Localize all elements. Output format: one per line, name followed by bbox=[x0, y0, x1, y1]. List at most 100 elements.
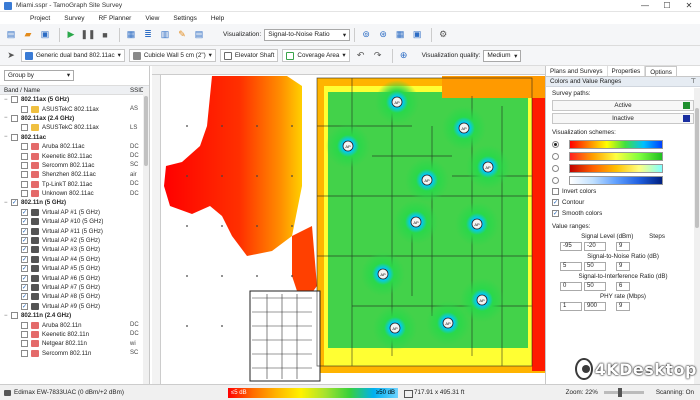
access-point-marker[interactable]: AP bbox=[405, 158, 449, 202]
network-row[interactable]: Netgear 802.11n wi bbox=[0, 339, 149, 348]
access-point-marker[interactable]: AP bbox=[373, 306, 417, 350]
access-point-icon[interactable]: ⊚ bbox=[359, 28, 373, 42]
filter-icon[interactable]: ⊛ bbox=[376, 28, 390, 42]
tab-properties[interactable]: Properties bbox=[608, 66, 646, 76]
save-icon[interactable]: ▣ bbox=[38, 28, 52, 42]
menu-settings[interactable]: Settings bbox=[166, 15, 204, 22]
option-checkbox[interactable]: ✓ bbox=[552, 199, 559, 206]
row-checkbox[interactable] bbox=[21, 143, 28, 151]
row-checkbox[interactable] bbox=[21, 171, 28, 179]
map-view-icon[interactable]: ▦ bbox=[393, 28, 407, 42]
band-group-row[interactable]: − 802.11ax (2.4 GHz) bbox=[0, 114, 149, 123]
option-checkbox[interactable]: ✓ bbox=[552, 210, 559, 217]
network-row[interactable]: ASUSTekC 802.11ax LS bbox=[0, 123, 149, 132]
scheme-option[interactable] bbox=[552, 151, 694, 161]
network-row[interactable]: ✓ Virtual AP #3 (5 GHz) bbox=[0, 245, 149, 254]
ap-model-select[interactable]: Generic dual band 802.11ac ▾ bbox=[21, 49, 125, 62]
row-checkbox[interactable]: ✓ bbox=[21, 274, 28, 282]
network-row[interactable]: Sercomm 802.11n SC bbox=[0, 349, 149, 358]
signal-max-input[interactable]: -20 bbox=[584, 241, 606, 251]
option-checkbox[interactable] bbox=[552, 188, 559, 195]
group-by-select[interactable]: Group by ▾ bbox=[4, 70, 74, 81]
network-row[interactable]: ✓ Virtual AP #4 (5 GHz) bbox=[0, 255, 149, 264]
expand-icon[interactable]: − bbox=[4, 115, 11, 121]
network-row[interactable]: Shenzhen 802.11ac air bbox=[0, 170, 149, 179]
scheme-option[interactable] bbox=[552, 163, 694, 173]
pause-survey-icon[interactable]: ❚❚ bbox=[80, 28, 95, 42]
sir-min-input[interactable]: 0 bbox=[560, 281, 582, 291]
pin-icon[interactable]: ⊤ bbox=[691, 78, 697, 85]
new-project-icon[interactable]: ▤ bbox=[4, 28, 18, 42]
layers-icon[interactable]: ≣ bbox=[141, 28, 155, 42]
scheme-radio[interactable] bbox=[552, 140, 559, 148]
scheme-option[interactable] bbox=[552, 139, 694, 149]
pointer-icon[interactable]: ➤ bbox=[4, 49, 18, 63]
row-checkbox[interactable] bbox=[21, 124, 28, 132]
signal-steps-input[interactable]: 9 bbox=[616, 241, 630, 251]
band-group-row[interactable]: − ✓ 802.11n (5 GHz) bbox=[0, 198, 149, 207]
access-point-marker[interactable]: AP bbox=[455, 202, 499, 246]
row-checkbox[interactable] bbox=[11, 114, 18, 122]
network-row[interactable]: ✓ Virtual AP #5 (5 GHz) bbox=[0, 264, 149, 273]
row-checkbox[interactable] bbox=[21, 321, 28, 329]
expand-icon[interactable]: − bbox=[4, 200, 11, 206]
row-checkbox[interactable]: ✓ bbox=[21, 208, 28, 216]
tab-plans-and-surveys[interactable]: Plans and Surveys bbox=[546, 66, 608, 76]
scheme-option[interactable] bbox=[552, 175, 694, 185]
band-name-column[interactable]: Band / Name bbox=[4, 87, 130, 94]
phy-steps-input[interactable]: 9 bbox=[616, 301, 630, 311]
edit-icon[interactable]: ✎ bbox=[175, 28, 189, 42]
row-checkbox[interactable]: ✓ bbox=[21, 237, 28, 245]
menu-view[interactable]: View bbox=[138, 15, 166, 22]
scroll-thumb[interactable] bbox=[144, 96, 148, 166]
row-checkbox[interactable]: ✓ bbox=[21, 227, 28, 235]
row-checkbox[interactable] bbox=[21, 152, 28, 160]
access-point-marker[interactable]: AP bbox=[426, 301, 470, 345]
auto-placement-icon[interactable]: ⊕ bbox=[397, 49, 411, 63]
menu-project[interactable]: Project bbox=[0, 15, 57, 22]
row-checkbox[interactable]: ✓ bbox=[21, 218, 28, 226]
network-row[interactable]: Keenetic 802.11n DC bbox=[0, 330, 149, 339]
row-checkbox[interactable] bbox=[11, 96, 18, 104]
open-project-icon[interactable]: ▰ bbox=[21, 28, 35, 42]
row-checkbox[interactable] bbox=[21, 105, 28, 113]
row-checkbox[interactable] bbox=[21, 161, 28, 169]
sir-max-input[interactable]: 50 bbox=[584, 281, 606, 291]
access-point-marker[interactable]: AP bbox=[361, 252, 405, 296]
row-checkbox[interactable] bbox=[21, 349, 28, 357]
row-checkbox[interactable]: ✓ bbox=[21, 246, 28, 254]
scroll-thumb[interactable] bbox=[695, 108, 699, 228]
row-checkbox[interactable]: ✓ bbox=[21, 302, 28, 310]
row-checkbox[interactable]: ✓ bbox=[21, 284, 28, 291]
snr-steps-input[interactable]: 9 bbox=[616, 261, 630, 271]
stop-survey-icon[interactable]: ■ bbox=[98, 28, 112, 42]
row-checkbox[interactable]: ✓ bbox=[11, 199, 18, 207]
display-settings-icon[interactable]: ▣ bbox=[410, 28, 424, 42]
access-point-marker[interactable]: AP bbox=[466, 145, 510, 189]
row-checkbox[interactable] bbox=[21, 340, 28, 348]
wall-type-select[interactable]: Cubicle Wall 5 cm (2") ▾ bbox=[128, 49, 216, 62]
settings-icon[interactable]: ⚙ bbox=[436, 28, 450, 42]
band-group-row[interactable]: − 802.11n (2.4 GHz) bbox=[0, 311, 149, 320]
snr-min-input[interactable]: 5 bbox=[560, 261, 582, 271]
network-row[interactable]: ✓ Virtual AP #8 (5 GHz) bbox=[0, 292, 149, 301]
access-point-marker[interactable]: AP bbox=[375, 80, 419, 124]
network-row[interactable]: Sercomm 802.11ac SC bbox=[0, 161, 149, 170]
expand-icon[interactable]: − bbox=[4, 134, 11, 140]
row-checkbox[interactable] bbox=[11, 312, 18, 320]
expand-icon[interactable]: − bbox=[4, 97, 11, 103]
access-point-marker[interactable]: AP bbox=[326, 124, 370, 168]
options-scrollbar[interactable] bbox=[694, 88, 700, 384]
scheme-radio[interactable] bbox=[552, 164, 559, 172]
redo-icon[interactable]: ↷ bbox=[371, 49, 385, 63]
menu-help[interactable]: Help bbox=[204, 15, 231, 22]
menu-rf-planner[interactable]: RF Planner bbox=[91, 15, 138, 22]
minimize-button[interactable]: — bbox=[634, 0, 656, 12]
active-path-color[interactable]: Active bbox=[552, 100, 694, 111]
network-row[interactable]: ✓ Virtual AP #9 (5 GHz) bbox=[0, 302, 149, 311]
report-icon[interactable]: ▤ bbox=[192, 28, 206, 42]
tab-options[interactable]: Options bbox=[645, 66, 677, 76]
coverage-area-button[interactable]: Coverage Area ▾ bbox=[282, 49, 350, 62]
undo-icon[interactable]: ↶ bbox=[354, 49, 368, 63]
inactive-path-color[interactable]: Inactive bbox=[552, 113, 694, 124]
